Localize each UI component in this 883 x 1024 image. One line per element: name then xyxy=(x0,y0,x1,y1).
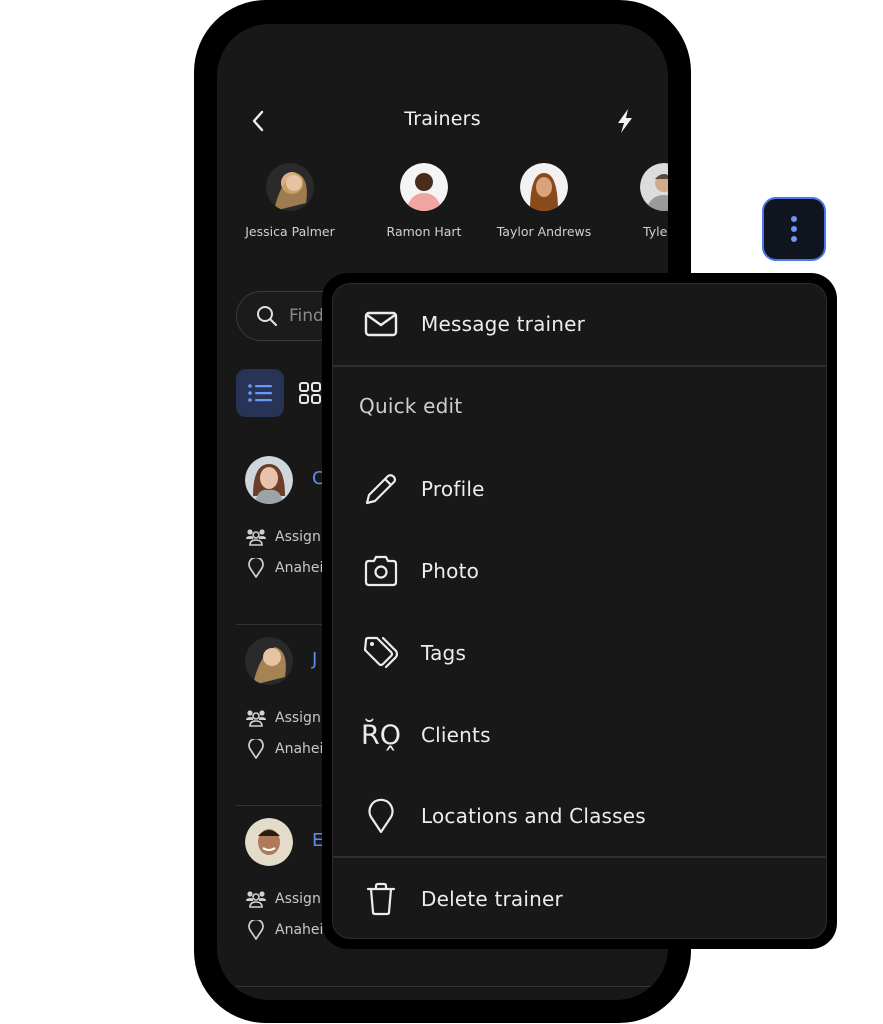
featured-trainer[interactable]: Taylor Andrews xyxy=(479,163,609,239)
camera-icon xyxy=(361,551,401,591)
users-icon xyxy=(246,529,266,546)
featured-trainer-name: Ramon Hart xyxy=(386,224,462,239)
list-view-button[interactable] xyxy=(236,369,284,417)
menu-divider xyxy=(333,856,826,858)
location-row: Anahei xyxy=(245,920,323,940)
location-text: Anahei xyxy=(275,560,324,576)
more-options-button[interactable] xyxy=(762,197,826,261)
context-menu-frame: Message trainer Quick edit Profile Photo… xyxy=(322,273,837,949)
list-icon xyxy=(248,384,272,402)
menu-item-label: Delete trainer xyxy=(421,887,563,911)
assigned-text: Assign xyxy=(275,710,321,726)
assigned-row: Assign xyxy=(245,709,321,727)
featured-trainers: Jessica Palmer Ramon Hart Taylor Andrews… xyxy=(217,163,668,243)
menu-item-label: Tags xyxy=(421,641,467,665)
location-row: Anahei xyxy=(245,558,323,578)
trainer-name: J xyxy=(312,649,318,670)
menu-item-locations-classes[interactable]: Locations and Classes xyxy=(333,786,826,846)
featured-trainer[interactable]: Jessica Palmer xyxy=(225,163,355,239)
menu-divider xyxy=(333,365,826,367)
menu-item-message-trainer[interactable]: Message trainer xyxy=(333,294,826,354)
more-vertical-icon xyxy=(791,216,797,242)
header: Trainers xyxy=(217,104,668,138)
featured-trainer-name: Jessica Palmer xyxy=(245,224,335,239)
search-icon xyxy=(257,306,278,327)
menu-item-photo[interactable]: Photo xyxy=(333,541,826,601)
avatar xyxy=(520,163,568,211)
envelope-icon xyxy=(361,304,401,344)
avatar xyxy=(400,163,448,211)
clients-icon: R̆O̭ xyxy=(361,719,402,751)
assigned-row: Assign xyxy=(245,890,321,908)
featured-trainer[interactable]: Ramon Hart xyxy=(359,163,489,239)
assigned-row: Assign xyxy=(245,528,321,546)
avatar xyxy=(245,818,293,866)
context-menu: Message trainer Quick edit Profile Photo… xyxy=(332,283,827,939)
menu-item-label: Profile xyxy=(421,477,485,501)
tags-icon xyxy=(361,633,401,673)
lightning-bolt-icon xyxy=(618,109,632,133)
menu-item-profile[interactable]: Profile xyxy=(333,459,826,519)
location-pin-icon xyxy=(248,739,264,759)
location-text: Anahei xyxy=(275,922,324,938)
location-text: Anahei xyxy=(275,741,324,757)
location-pin-icon xyxy=(361,796,401,836)
avatar xyxy=(640,163,668,211)
trash-icon xyxy=(361,879,401,919)
location-pin-icon xyxy=(248,558,264,578)
users-icon xyxy=(246,710,266,727)
location-row: Anahei xyxy=(245,739,323,759)
menu-item-delete-trainer[interactable]: Delete trainer xyxy=(333,869,826,929)
menu-item-label: Locations and Classes xyxy=(421,804,646,828)
featured-trainer-name: Tyler B xyxy=(643,224,668,239)
avatar xyxy=(245,456,293,504)
users-icon xyxy=(246,891,266,908)
assigned-text: Assign xyxy=(275,891,321,907)
quick-action-button[interactable] xyxy=(611,106,639,136)
menu-item-label: Message trainer xyxy=(421,312,586,336)
pencil-icon xyxy=(361,469,401,509)
featured-trainer[interactable]: Tyler B xyxy=(599,163,668,239)
menu-item-tags[interactable]: Tags xyxy=(333,623,826,683)
assigned-text: Assign xyxy=(275,529,321,545)
menu-item-clients[interactable]: R̆O̭ Clients xyxy=(333,705,826,765)
page-title: Trainers xyxy=(404,108,481,130)
avatar xyxy=(245,637,293,685)
featured-trainer-name: Taylor Andrews xyxy=(496,224,592,239)
menu-item-label: Photo xyxy=(421,559,480,583)
location-pin-icon xyxy=(248,920,264,940)
grid-icon xyxy=(299,382,321,404)
quick-edit-heading: Quick edit xyxy=(359,394,463,418)
avatar xyxy=(266,163,314,211)
menu-item-label: Clients xyxy=(421,723,491,747)
